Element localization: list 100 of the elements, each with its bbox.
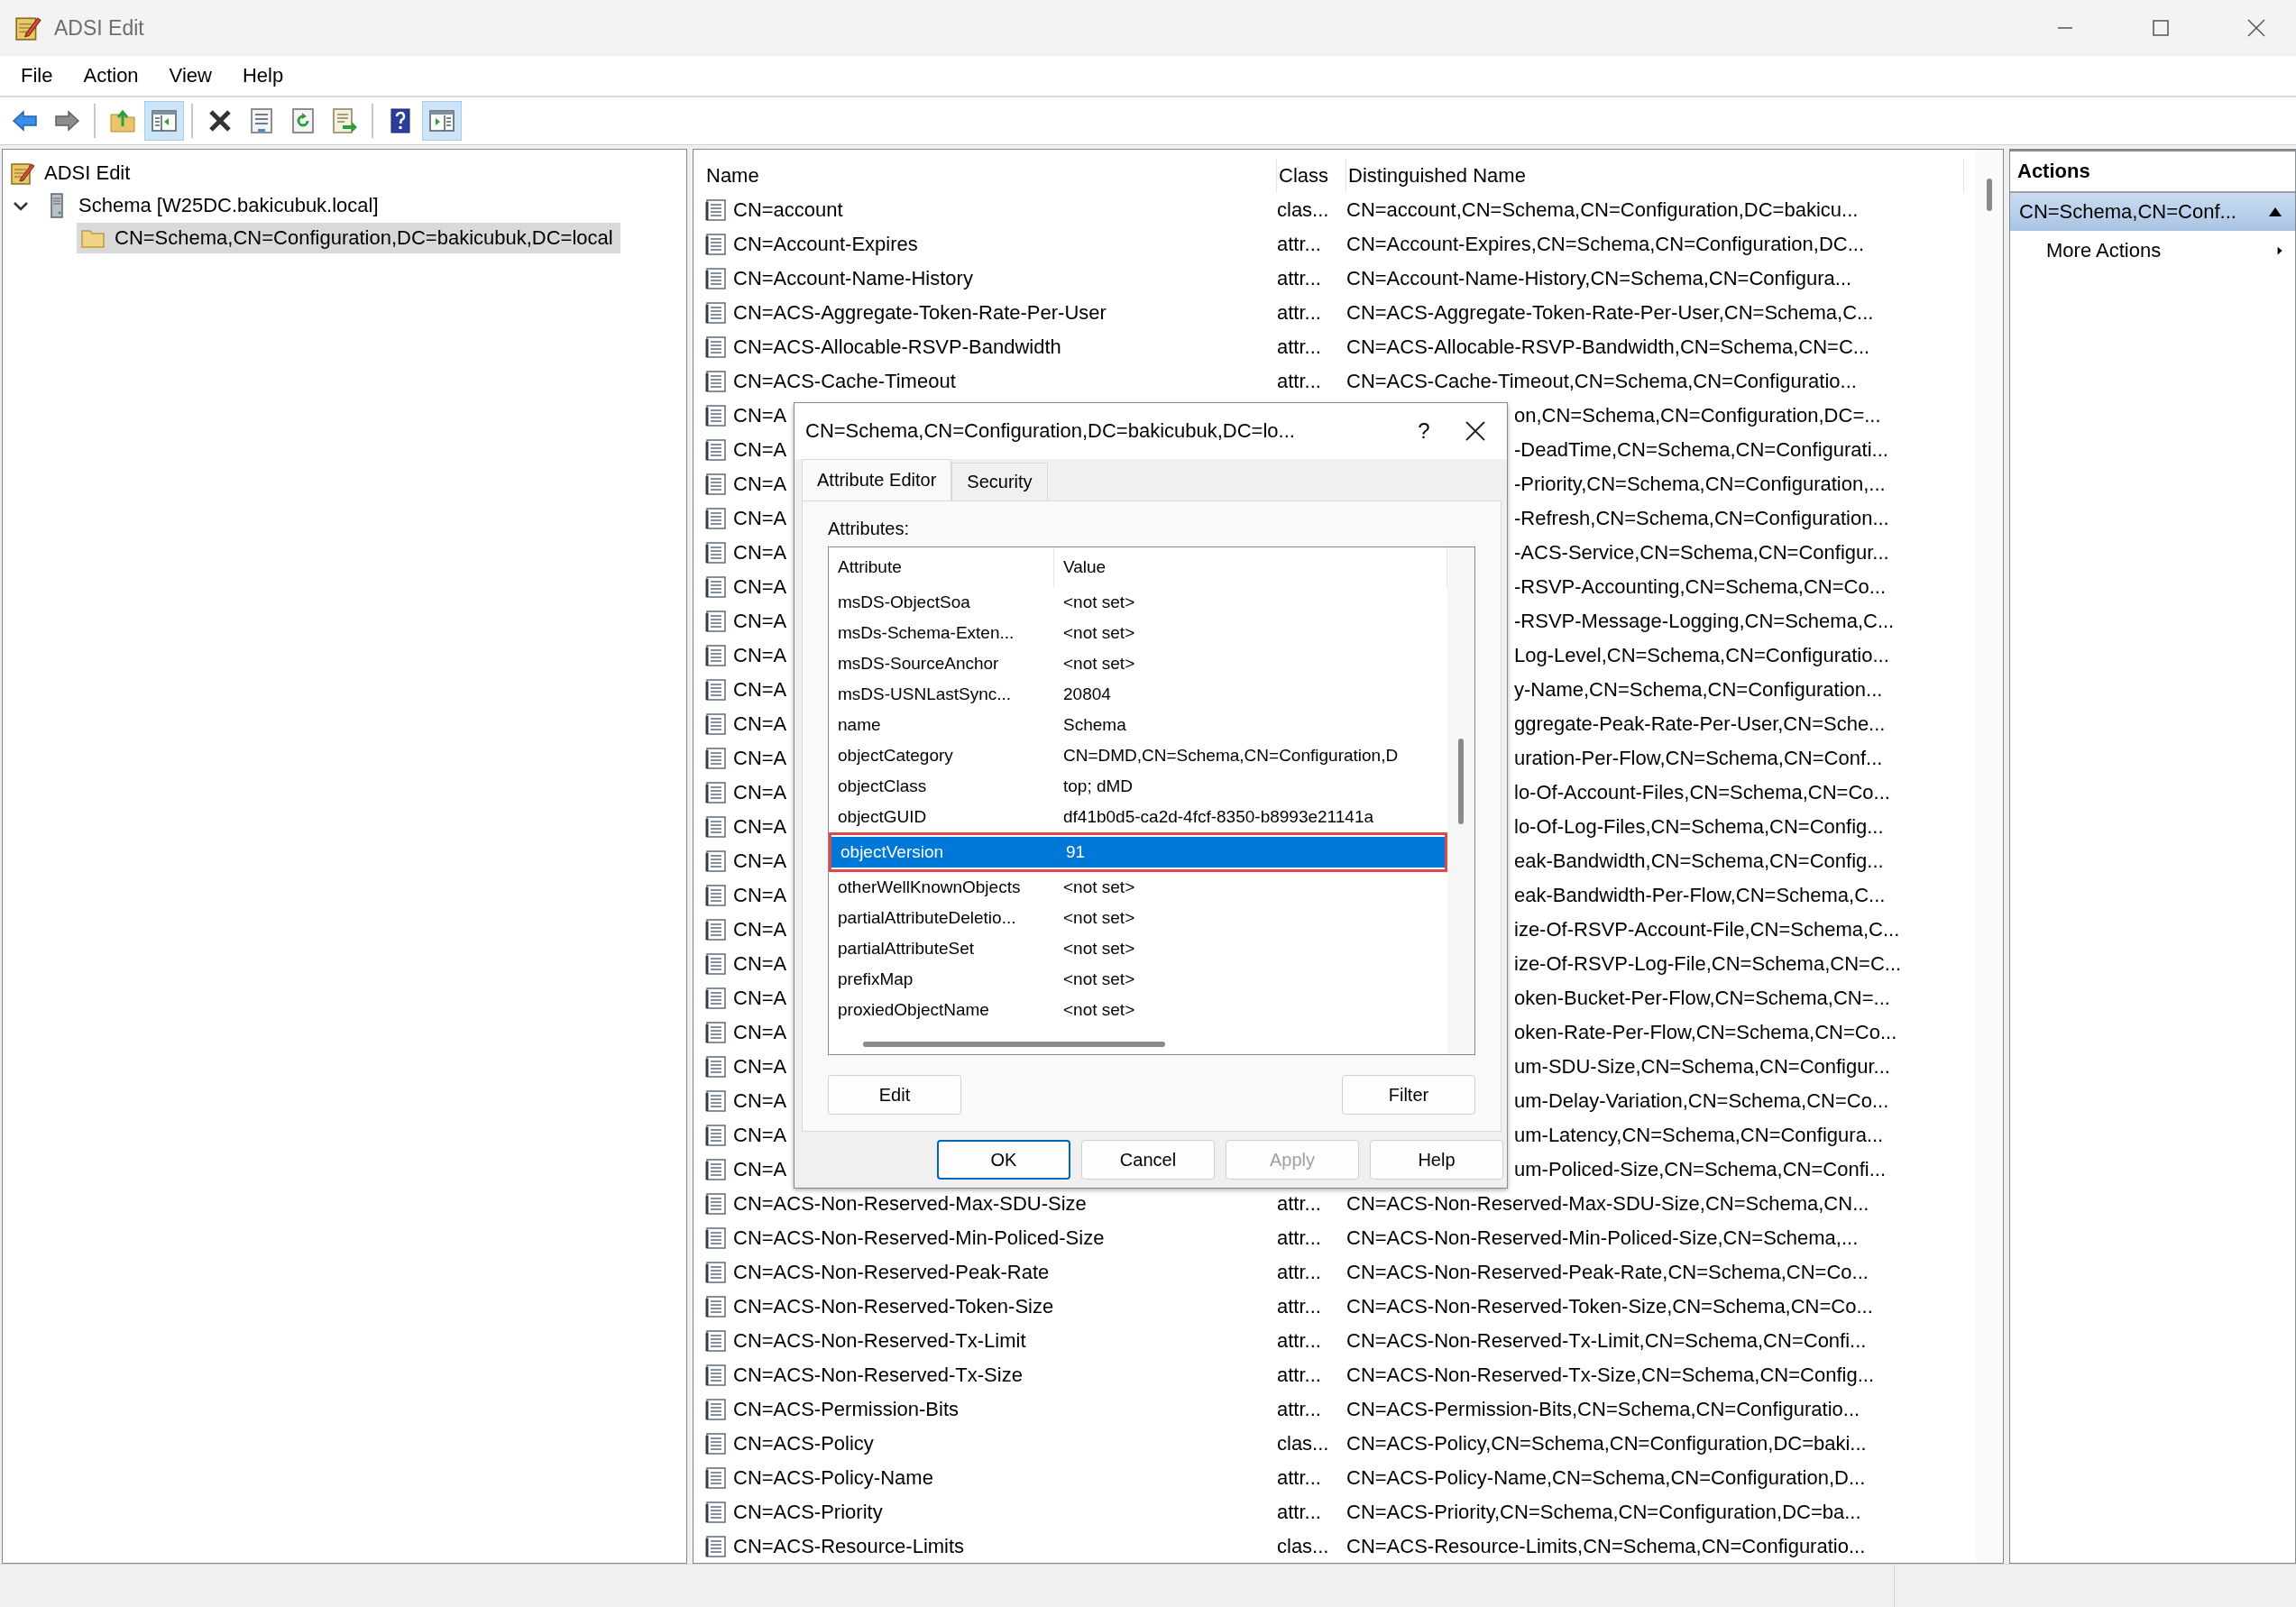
entry-name[interactable]: CN=ACS-Non-Reserved-Tx-Limit	[733, 1329, 1026, 1353]
attribute-row[interactable]: partialAttributeSet <not set>	[829, 933, 1447, 964]
entry-name[interactable]: CN=A	[733, 1021, 787, 1044]
document-icon	[704, 712, 728, 736]
entry-name[interactable]: CN=ACS-Cache-Timeout	[733, 370, 956, 393]
menu-item[interactable]: Action	[68, 64, 154, 87]
entry-class: attr...	[1277, 1261, 1321, 1284]
entry-dn: on,CN=Schema,CN=Configuration,DC=...	[1514, 404, 1881, 427]
tree-item[interactable]: ADSI Edit	[6, 158, 138, 188]
entry-name[interactable]: CN=A	[733, 473, 787, 496]
attribute-row[interactable]: msDS-ObjectSoa <not set>	[829, 587, 1447, 618]
entry-name[interactable]: CN=A	[733, 575, 787, 599]
entry-name[interactable]: CN=A	[733, 952, 787, 976]
menu-item[interactable]: View	[153, 64, 227, 87]
entry-name[interactable]: CN=ACS-Non-Reserved-Peak-Rate	[733, 1261, 1050, 1284]
entry-name[interactable]: CN=A	[733, 610, 787, 633]
entry-name[interactable]: CN=ACS-Non-Reserved-Token-Size	[733, 1295, 1054, 1318]
tab[interactable]: Security	[951, 463, 1048, 500]
tree-item[interactable]: CN=Schema,CN=Configuration,DC=bakicubuk,DC=local	[77, 223, 620, 253]
attribute-row[interactable]: msDS-USNLastSync... 20804	[829, 679, 1447, 710]
entry-name[interactable]: CN=A	[733, 849, 787, 873]
scrollbar[interactable]	[1447, 547, 1474, 1054]
entry-name[interactable]: CN=Account-Name-History	[733, 267, 973, 290]
entry-name[interactable]: CN=A	[733, 815, 787, 839]
attribute-list[interactable]	[828, 546, 1475, 1055]
entry-name[interactable]: CN=A	[733, 1124, 787, 1147]
document-icon	[704, 1158, 728, 1181]
entry-name[interactable]: CN=A	[733, 712, 787, 736]
document-icon	[704, 267, 728, 290]
entry-name[interactable]: CN=A	[733, 438, 787, 462]
action-item[interactable]: More Actions	[2010, 231, 2295, 271]
document-icon	[704, 1329, 728, 1353]
scrollbar-thumb[interactable]	[863, 1042, 1165, 1047]
entry-name[interactable]: CN=A	[733, 644, 787, 667]
document-icon	[704, 952, 728, 976]
column-header[interactable]: Distinguished Name	[1346, 159, 1964, 193]
entry-dn: um-Delay-Variation,CN=Schema,CN=Co...	[1514, 1089, 1889, 1113]
attribute-value: top; dMD	[1062, 776, 1134, 796]
attribute-row[interactable]: name Schema	[829, 710, 1447, 740]
entry-name[interactable]: CN=A	[733, 918, 787, 941]
scrollbar[interactable]	[1976, 150, 2003, 1563]
menu-item[interactable]: File	[5, 64, 69, 87]
entry-name[interactable]: CN=A	[733, 404, 787, 427]
entry-name[interactable]: CN=A	[733, 1055, 787, 1079]
entry-name[interactable]: CN=A	[733, 884, 787, 907]
menu-item[interactable]: Help	[226, 64, 299, 87]
attribute-row[interactable]: prefixMap <not set>	[829, 964, 1447, 995]
entry-name[interactable]: CN=ACS-Non-Reserved-Min-Policed-Size	[733, 1226, 1105, 1250]
document-icon	[704, 233, 728, 256]
entry-name[interactable]: CN=A	[733, 987, 787, 1010]
entry-name[interactable]: CN=ACS-Non-Reserved-Max-SDU-Size	[733, 1192, 1087, 1216]
attribute-row[interactable]: msDS-SourceAnchor <not set>	[829, 648, 1447, 679]
entry-name[interactable]: CN=ACS-Aggregate-Token-Rate-Per-User	[733, 301, 1107, 325]
document-icon	[704, 1124, 728, 1147]
entry-name[interactable]: CN=A	[733, 541, 787, 565]
entry-name[interactable]: CN=account	[733, 198, 843, 222]
panel-button[interactable]: Filter	[1342, 1075, 1475, 1115]
entry-name[interactable]: CN=A	[733, 1089, 787, 1113]
entry-name[interactable]: CN=ACS-Policy-Name	[733, 1466, 933, 1490]
column-header[interactable]: Name	[704, 159, 1277, 193]
attribute-row[interactable]: objectClass top; dMD	[829, 771, 1447, 802]
document-icon	[704, 507, 728, 530]
entry-class: attr...	[1277, 1226, 1321, 1250]
column-header[interactable]: Class	[1277, 159, 1346, 193]
dialog-button[interactable]: Cancel	[1081, 1140, 1215, 1180]
document-icon	[704, 541, 728, 565]
action-section[interactable]: CN=Schema,CN=Conf...	[2010, 193, 2295, 231]
selected-row[interactable]: objectVersion 91	[831, 837, 1445, 868]
entry-name[interactable]: CN=A	[733, 1158, 787, 1181]
entry-class: attr...	[1277, 1364, 1321, 1387]
attribute-row[interactable]: otherWellKnownObjects <not set>	[829, 872, 1447, 903]
dialog-button[interactable]: Help	[1370, 1140, 1503, 1180]
help-button[interactable]: ?	[1406, 418, 1442, 444]
entry-name[interactable]: CN=ACS-Resource-Limits	[733, 1535, 965, 1558]
entry-name[interactable]: CN=A	[733, 678, 787, 702]
entry-name[interactable]: CN=Account-Expires	[733, 233, 918, 256]
entry-name[interactable]: CN=A	[733, 507, 787, 530]
close-icon[interactable]	[1464, 419, 1487, 443]
entry-name[interactable]: CN=ACS-Non-Reserved-Tx-Size	[733, 1364, 1023, 1387]
entry-name[interactable]: CN=ACS-Policy	[733, 1432, 874, 1455]
attribute-row[interactable]: partialAttributeDeletio... <not set>	[829, 903, 1447, 933]
column-header[interactable]: Attribute	[829, 547, 1054, 587]
dialog-button[interactable]: OK	[937, 1140, 1070, 1180]
entry-name[interactable]: CN=A	[733, 781, 787, 804]
entry-name[interactable]: CN=ACS-Priority	[733, 1501, 883, 1524]
entry-dn: CN=ACS-Non-Reserved-Tx-Limit,CN=Schema,CN=Confi...	[1346, 1329, 1867, 1353]
entry-name[interactable]: CN=A	[733, 747, 787, 770]
panel-button[interactable]: Edit	[828, 1075, 961, 1115]
document-icon	[704, 1261, 728, 1284]
entry-name[interactable]: CN=ACS-Allocable-RSVP-Bandwidth	[733, 335, 1061, 359]
entry-name[interactable]: CN=ACS-Permission-Bits	[733, 1398, 959, 1421]
tab[interactable]: Attribute Editor	[802, 459, 952, 500]
attribute-row[interactable]: objectGUID df41b0d5-ca2d-4fcf-8350-b8993e21141a	[829, 802, 1447, 832]
attribute-row[interactable]: proxiedObjectName <not set>	[829, 995, 1447, 1025]
entry-dn: y-Name,CN=Schema,CN=Configuration...	[1514, 678, 1883, 702]
attribute-row[interactable]: objectCategory CN=DMD,CN=Schema,CN=Configuration,D	[829, 740, 1447, 771]
attribute-row[interactable]: msDs-Schema-Exten... <not set>	[829, 618, 1447, 648]
document-icon	[704, 1021, 728, 1044]
tree-item[interactable]: Schema [W25DC.bakicubuk.local]	[41, 190, 386, 221]
document-icon	[704, 884, 728, 907]
